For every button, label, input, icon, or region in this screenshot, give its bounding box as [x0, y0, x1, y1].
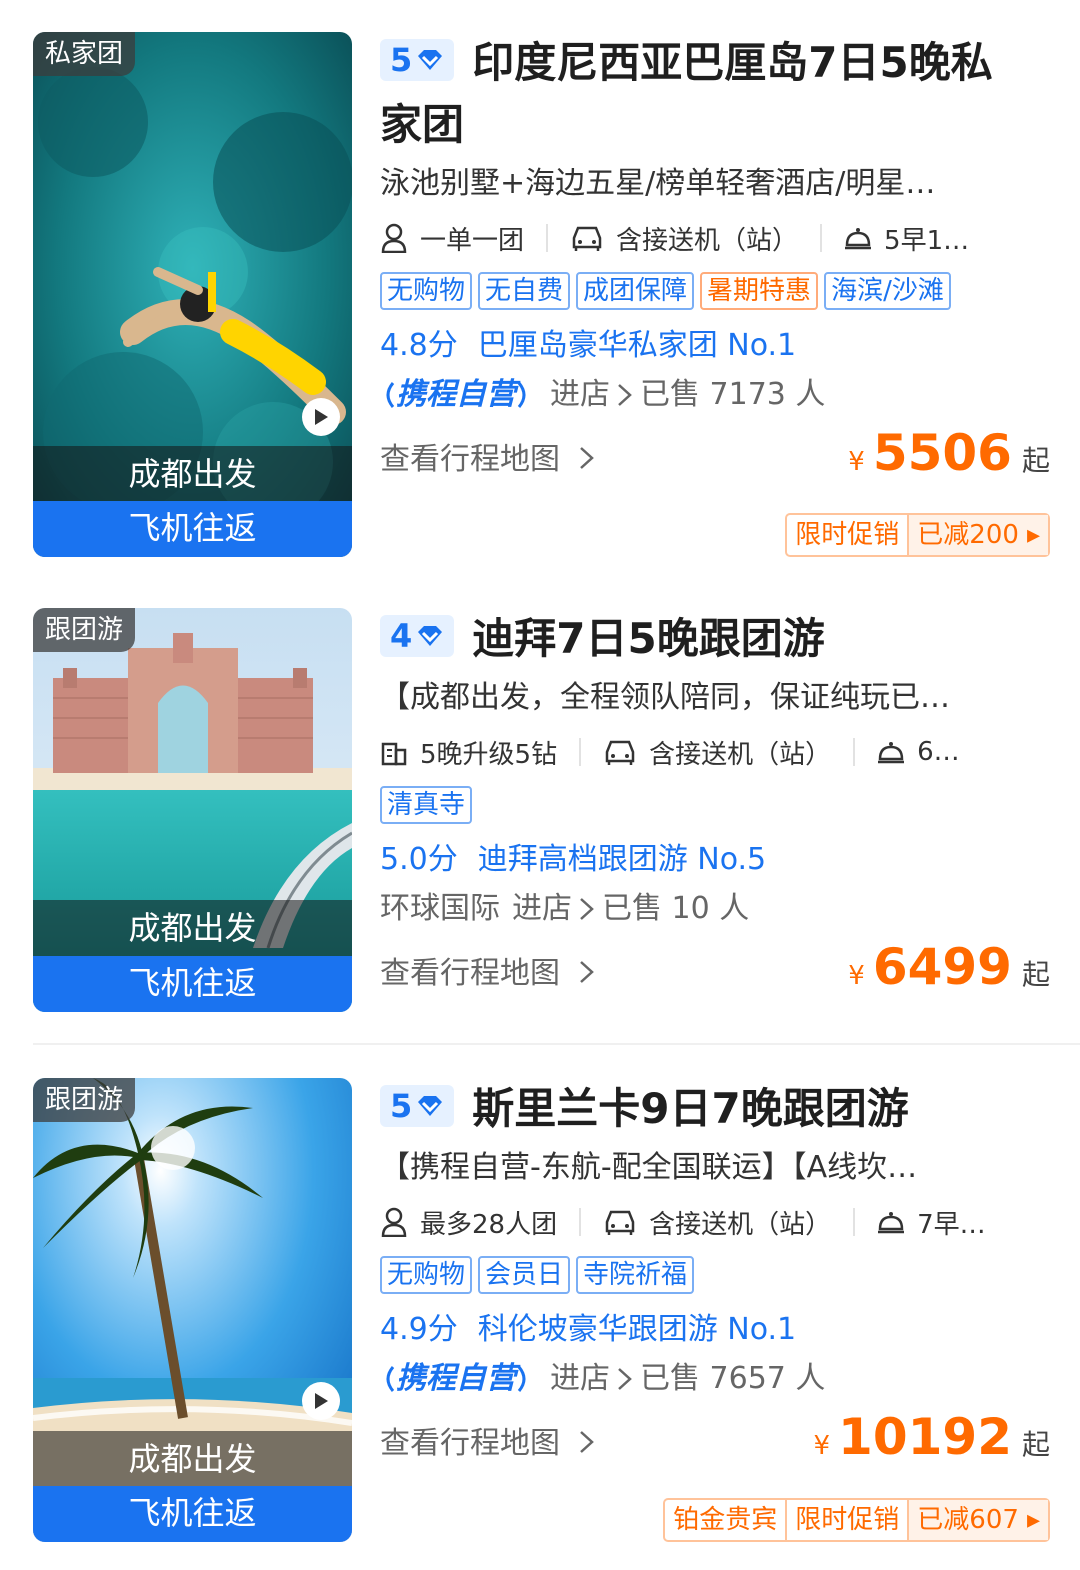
score-row[interactable]: 4.9分 科伦坡豪华跟团游 No.1	[380, 1306, 1050, 1354]
feature-row: 最多28人团 含接送机（站） 7早…	[380, 1202, 1050, 1242]
feature-row: 5晚升级5钻 含接送机（站） 6…	[380, 732, 1050, 772]
product-card[interactable]: 跟团游 成都出发 飞机往返 5 斯里兰卡9日7晚跟团游 【携程自营-东航-配全国…	[0, 1078, 1080, 1548]
tag: 无自费	[478, 272, 571, 310]
tag: 海滨/沙滩	[824, 272, 951, 310]
view-route-map-link[interactable]: 查看行程地图	[380, 434, 598, 478]
score-row[interactable]: 4.8分 巴厘岛豪华私家团 No.1	[380, 322, 1050, 370]
chevron-right-icon	[579, 447, 594, 469]
car-icon	[605, 740, 635, 765]
tag: 清真寺	[380, 786, 473, 824]
enter-shop-link[interactable]: 进店	[550, 1354, 610, 1404]
transport-label: 飞机往返	[33, 956, 352, 1012]
price: ¥6499 起	[848, 938, 1050, 996]
enter-shop-link[interactable]: 进店	[550, 370, 610, 420]
sold-count: 已售 7657 人	[640, 1361, 826, 1396]
tag: 成团保障	[576, 272, 695, 310]
product-subtitle: 【成都出发，全程领队陪同，保证纯玩已…	[380, 680, 950, 715]
sold-count: 已售 7173 人	[640, 377, 826, 412]
view-route-map-link[interactable]: 查看行程地图	[380, 948, 598, 992]
product-title[interactable]: 5 斯里兰卡9日7晚跟团游	[380, 1078, 1050, 1140]
tag: 无购物	[380, 272, 473, 310]
tour-type-badge: 私家团	[33, 32, 136, 76]
departure-label: 成都出发	[33, 1431, 352, 1487]
transport-label: 飞机往返	[33, 1486, 352, 1542]
price: ¥5506 起	[848, 424, 1050, 482]
departure-label: 成都出发	[33, 900, 352, 956]
score-row[interactable]: 5.0分 迪拜高档跟团游 No.5	[380, 836, 1050, 884]
card-divider	[33, 1043, 1080, 1045]
vendor-row[interactable]: 环球国际 进店 已售 10 人	[380, 884, 1050, 934]
vendor-name: 环球国际	[380, 891, 500, 926]
level-badge: 5	[380, 39, 455, 81]
car-icon	[572, 226, 602, 251]
diamond-icon	[418, 50, 443, 70]
tour-type-badge: 跟团游	[33, 608, 136, 652]
promotion-badge[interactable]: 限时促销 已减200 ▸	[785, 513, 1050, 557]
price: ¥10192 起	[813, 1408, 1050, 1466]
play-video-icon[interactable]	[302, 1382, 340, 1420]
tag-list: 清真寺	[380, 786, 1050, 824]
promotion-badge[interactable]: 铂金贵宾 限时促销 已减607 ▸	[663, 1498, 1050, 1542]
chevron-right-icon	[579, 961, 594, 983]
tag: 寺院祈福	[576, 1256, 695, 1294]
product-title[interactable]: 5 印度尼西亚巴厘岛7日5晚私 家团	[380, 32, 1050, 156]
product-card[interactable]: 私家团 成都出发 飞机往返 5 印度尼西亚巴厘岛7日5晚私 家团 泳池别墅+海边五…	[0, 32, 1080, 572]
ctrip-self-operated-logo: 携程自营	[380, 370, 532, 420]
enter-shop-link[interactable]: 进店	[512, 884, 572, 934]
tour-type-badge: 跟团游	[33, 1078, 136, 1122]
person-icon	[381, 1207, 407, 1237]
diamond-icon	[418, 1096, 443, 1116]
rating-score: 4.8分	[380, 328, 458, 363]
tag: 暑期特惠	[700, 272, 819, 310]
level-badge: 5	[380, 1085, 455, 1127]
product-thumbnail[interactable]: 私家团 成都出发 飞机往返	[33, 32, 352, 557]
level-badge: 4	[380, 615, 455, 657]
play-video-icon[interactable]	[302, 398, 340, 436]
chevron-right-icon	[618, 384, 632, 406]
meal-icon	[845, 228, 872, 250]
meal-icon	[878, 742, 905, 764]
person-icon	[381, 223, 407, 253]
chevron-right-icon	[579, 1431, 594, 1453]
hotel-icon	[381, 742, 407, 766]
product-subtitle: 【携程自营-东航-配全国联运】【A线坎…	[380, 1150, 918, 1185]
tag-list: 无购物 无自费 成团保障 暑期特惠 海滨/沙滩	[380, 272, 1050, 310]
product-title[interactable]: 4 迪拜7日5晚跟团游	[380, 608, 1050, 670]
ranking-label: 巴厘岛豪华私家团 No.1	[477, 328, 797, 363]
rating-score: 4.9分	[380, 1312, 458, 1347]
product-thumbnail[interactable]: 跟团游 成都出发 飞机往返	[33, 608, 352, 1012]
chevron-right-icon	[580, 898, 594, 920]
sold-count: 已售 10 人	[602, 891, 750, 926]
rating-score: 5.0分	[380, 842, 458, 877]
tag: 无购物	[380, 1256, 473, 1294]
tag-list: 无购物 会员日 寺院祈福	[380, 1256, 1050, 1294]
ranking-label: 科伦坡豪华跟团游 No.1	[477, 1312, 797, 1347]
departure-label: 成都出发	[33, 446, 352, 502]
ranking-label: 迪拜高档跟团游 No.5	[477, 842, 767, 877]
ctrip-self-operated-logo: 携程自营	[380, 1354, 532, 1404]
product-subtitle: 泳池别墅+海边五星/榜单轻奢酒店/明星…	[380, 166, 936, 201]
product-card[interactable]: 跟团游 成都出发 飞机往返 4 迪拜7日5晚跟团游 【成都出发，全程领队陪同，保…	[0, 608, 1080, 1028]
product-thumbnail[interactable]: 跟团游 成都出发 飞机往返	[33, 1078, 352, 1542]
chevron-right-icon	[618, 1368, 632, 1390]
car-icon	[605, 1210, 635, 1235]
transport-label: 飞机往返	[33, 501, 352, 557]
tag: 会员日	[478, 1256, 571, 1294]
vendor-row[interactable]: 携程自营 进店 已售 7657 人	[380, 1354, 1050, 1404]
meal-icon	[878, 1212, 905, 1234]
diamond-icon	[418, 626, 443, 646]
view-route-map-link[interactable]: 查看行程地图	[380, 1418, 598, 1462]
vendor-row[interactable]: 携程自营 进店 已售 7173 人	[380, 370, 1050, 420]
feature-row: 一单一团 含接送机（站） 5早1…	[380, 218, 1050, 258]
